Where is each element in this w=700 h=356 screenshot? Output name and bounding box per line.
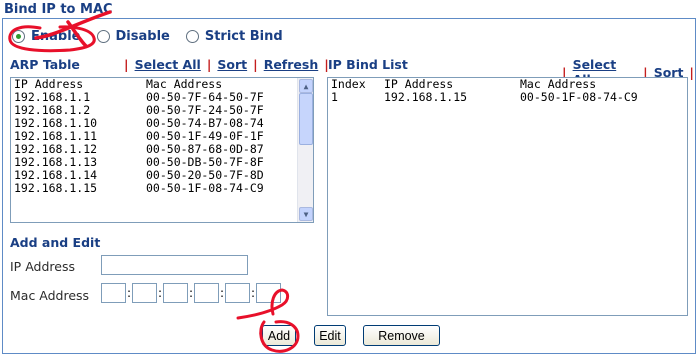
ip-address-label: IP Address: [10, 259, 75, 274]
radio-strict-bind[interactable]: [185, 29, 199, 43]
mac-segment-3[interactable]: [163, 283, 188, 303]
arp-table-row-cell: 00-50-1F-08-74-C9: [146, 181, 264, 195]
edit-button[interactable]: Edit: [314, 325, 346, 346]
mac-segment-2[interactable]: [132, 283, 157, 303]
arp-scrollbar[interactable]: ▲ ▼: [297, 78, 313, 222]
mac-segment-4[interactable]: [194, 283, 219, 303]
ip-bind-list[interactable]: Index IP Address Mac Address 1 192.168.1.…: [327, 77, 688, 316]
mode-options: Enable Disable Strict Bind: [12, 26, 299, 46]
page-title: Bind IP to MAC: [4, 2, 113, 17]
mode-strict-bind-label: Strict Bind: [204, 28, 283, 44]
bind-table-row-cell: 00-50-1F-08-74-C9: [520, 90, 638, 104]
ip-bind-list-label: IP Bind List: [328, 57, 408, 72]
radio-enable[interactable]: [12, 29, 25, 43]
arp-table-list[interactable]: IP Address Mac Address 192.168.1.1 00-50-…: [10, 77, 314, 223]
arp-table-row[interactable]: 192.168.1.15 00-50-1F-08-74-C9: [11, 182, 313, 195]
arp-sort-link[interactable]: Sort: [217, 57, 247, 72]
mac-address-field: : : : : :: [101, 283, 281, 303]
scroll-down-arrow-icon[interactable]: ▼: [299, 207, 313, 221]
scroll-up-arrow-icon[interactable]: ▲: [299, 79, 313, 93]
scroll-thumb[interactable]: [299, 93, 313, 145]
add-button[interactable]: Add: [262, 325, 296, 346]
arp-table-label: ARP Table: [10, 57, 80, 72]
mode-enable[interactable]: Enable: [12, 29, 81, 44]
arp-refresh-link[interactable]: Refresh: [264, 57, 319, 72]
arp-table-row-cell: 192.168.1.15: [14, 181, 98, 195]
mac-segment-6[interactable]: [256, 283, 281, 303]
ip-address-input[interactable]: [101, 255, 248, 275]
bind-table-row-cell: 192.168.1.15: [384, 90, 468, 104]
mode-disable-label: Disable: [115, 28, 170, 44]
arp-table-links: | Select All | Sort | Refresh |: [124, 57, 329, 72]
mac-address-label: Mac Address: [10, 288, 90, 303]
mode-strict-bind[interactable]: Strict Bind: [185, 28, 283, 44]
arp-select-all-link[interactable]: Select All: [135, 57, 201, 72]
bind-table-row[interactable]: 1 192.168.1.15 00-50-1F-08-74-C9: [328, 91, 687, 104]
mac-segment-5[interactable]: [225, 283, 250, 303]
remove-button[interactable]: Remove: [363, 325, 440, 346]
bind-table-row-cell: 1: [331, 90, 338, 104]
add-edit-label: Add and Edit: [10, 235, 101, 250]
mode-disable[interactable]: Disable: [96, 28, 170, 44]
radio-disable[interactable]: [96, 29, 110, 43]
mode-enable-label: Enable: [31, 28, 81, 44]
mac-segment-1[interactable]: [101, 283, 126, 303]
